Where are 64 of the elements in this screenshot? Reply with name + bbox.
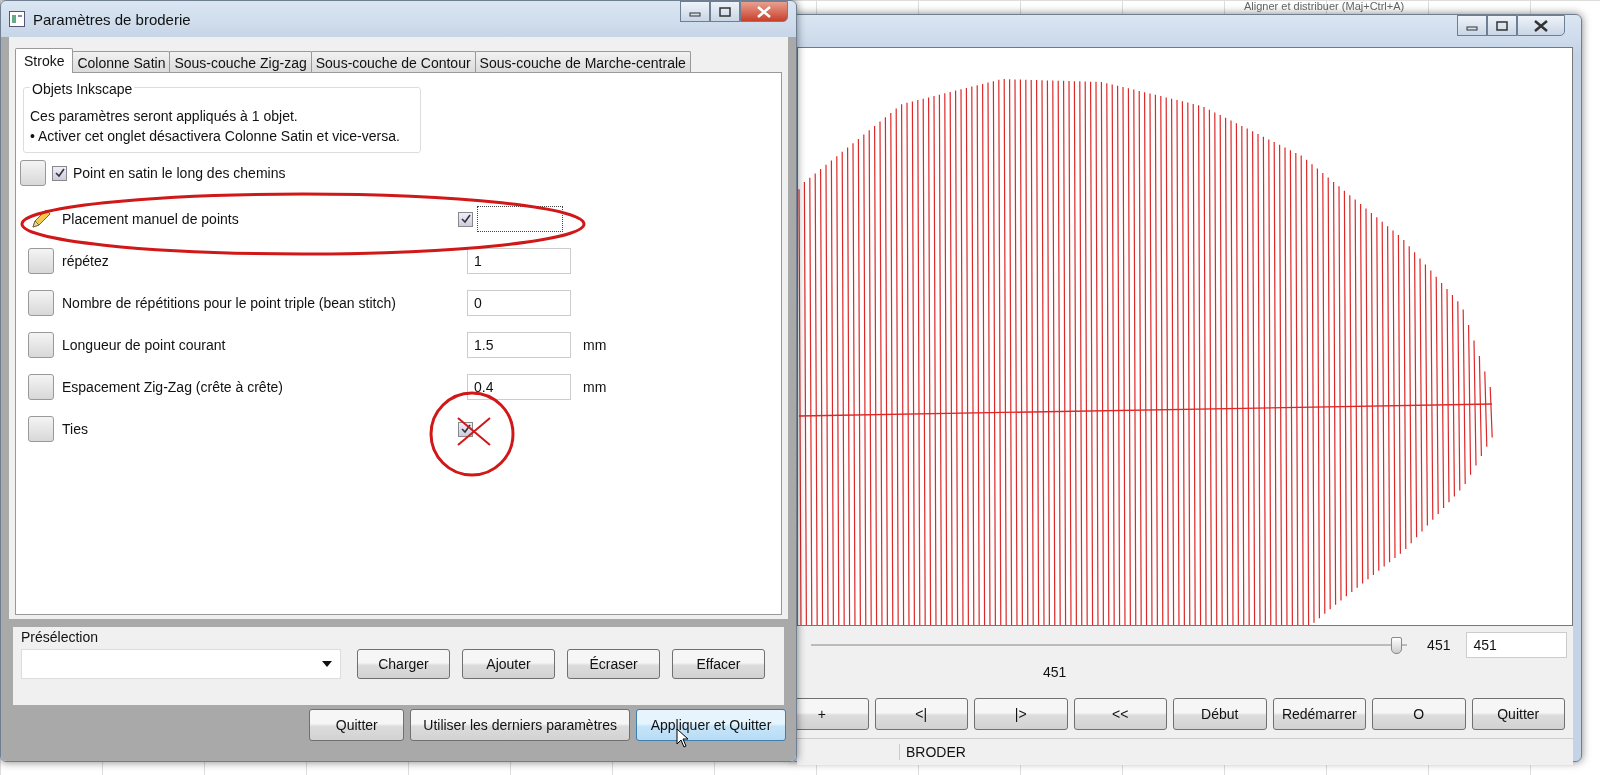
menu-text: Aligner et distribuer (Maj+Ctrl+A) (1244, 0, 1405, 13)
unit-label: mm (582, 379, 608, 395)
reset-button[interactable] (28, 290, 54, 316)
sim-button[interactable]: Redémarrer (1272, 698, 1366, 730)
sim-button[interactable]: Quitter (1471, 698, 1565, 730)
close-icon (756, 4, 772, 19)
value-field[interactable]: 0.4 (467, 374, 571, 400)
info-text: • Activer cet onglet désactivera Colonne Satin et vice-versa. (30, 127, 401, 146)
maximize-button[interactable] (710, 1, 740, 22)
preset-button[interactable]: Effacer (672, 649, 765, 679)
dialog-button[interactable]: Appliquer et Quitter (636, 709, 786, 741)
unit-label: mm (582, 337, 608, 353)
minimize-button[interactable] (680, 1, 710, 22)
maximize-icon (719, 6, 731, 17)
checkbox[interactable] (458, 211, 473, 227)
preset-title: Présélection (21, 629, 99, 645)
frame-field[interactable]: 451 (1466, 632, 1567, 658)
value-field[interactable]: 1 (467, 248, 571, 274)
preset-button[interactable]: Charger (357, 649, 450, 679)
window-title: Paramètres de broderie (33, 10, 191, 28)
minimize-button[interactable] (1457, 15, 1487, 36)
input-field[interactable] (477, 206, 563, 232)
slider-reading: 451 (1427, 637, 1452, 653)
dialog-button[interactable]: Quitter (309, 709, 405, 741)
checkbox-label: Point en satin le long des chemins (73, 165, 286, 181)
tab[interactable]: Colonne Satin (72, 51, 171, 73)
reset-button[interactable] (28, 248, 54, 274)
param-label: Longueur de point courant (62, 337, 227, 353)
value-field[interactable]: 1.5 (467, 332, 571, 358)
cross-mark (457, 417, 491, 446)
reset-button[interactable] (20, 160, 46, 186)
sim-button[interactable]: <| (874, 698, 968, 730)
reset-button[interactable] (28, 416, 54, 442)
tab[interactable]: Sous-couche de Contour (310, 51, 476, 73)
close-button[interactable] (740, 1, 788, 22)
sim-button[interactable]: |> (974, 698, 1068, 730)
reset-button[interactable] (28, 374, 54, 400)
preset-button[interactable]: Écraser (567, 649, 660, 679)
param-label: Placement manuel de points (62, 211, 240, 227)
status-text: BRODER (899, 744, 966, 760)
maximize-icon (1496, 20, 1508, 31)
app-icon (9, 11, 25, 27)
sim-button[interactable]: Début (1173, 698, 1267, 730)
close-icon (1533, 18, 1549, 33)
tab[interactable]: Sous-couche Zig-zag (169, 51, 312, 73)
frame-label: 451 (1043, 664, 1067, 680)
sim-button[interactable]: O (1372, 698, 1466, 730)
param-label: Nombre de répétitions pour le point triple (bean stitch) (62, 295, 397, 311)
maximize-button[interactable] (1487, 15, 1517, 36)
param-label: Ties (62, 421, 89, 437)
checkbox[interactable] (52, 165, 67, 181)
dialog-button[interactable]: Utiliser les derniers paramètres (410, 709, 630, 741)
preset-button[interactable]: Ajouter (462, 649, 555, 679)
value-field[interactable]: 0 (467, 290, 571, 316)
tab[interactable]: Stroke (15, 48, 74, 73)
info-text: Ces paramètres seront appliqués à 1 objet. (30, 107, 299, 126)
sim-button[interactable]: << (1073, 698, 1167, 730)
tab[interactable]: Sous-couche de Marche-centrale (474, 51, 691, 73)
close-button[interactable] (1517, 15, 1565, 36)
reset-button[interactable] (28, 332, 54, 358)
param-label: Espacement Zig-Zag (crête à crête) (62, 379, 284, 395)
dropdown-caret-icon (322, 661, 332, 667)
param-label: répétez (62, 253, 110, 269)
slider-thumb[interactable] (1391, 637, 1403, 654)
